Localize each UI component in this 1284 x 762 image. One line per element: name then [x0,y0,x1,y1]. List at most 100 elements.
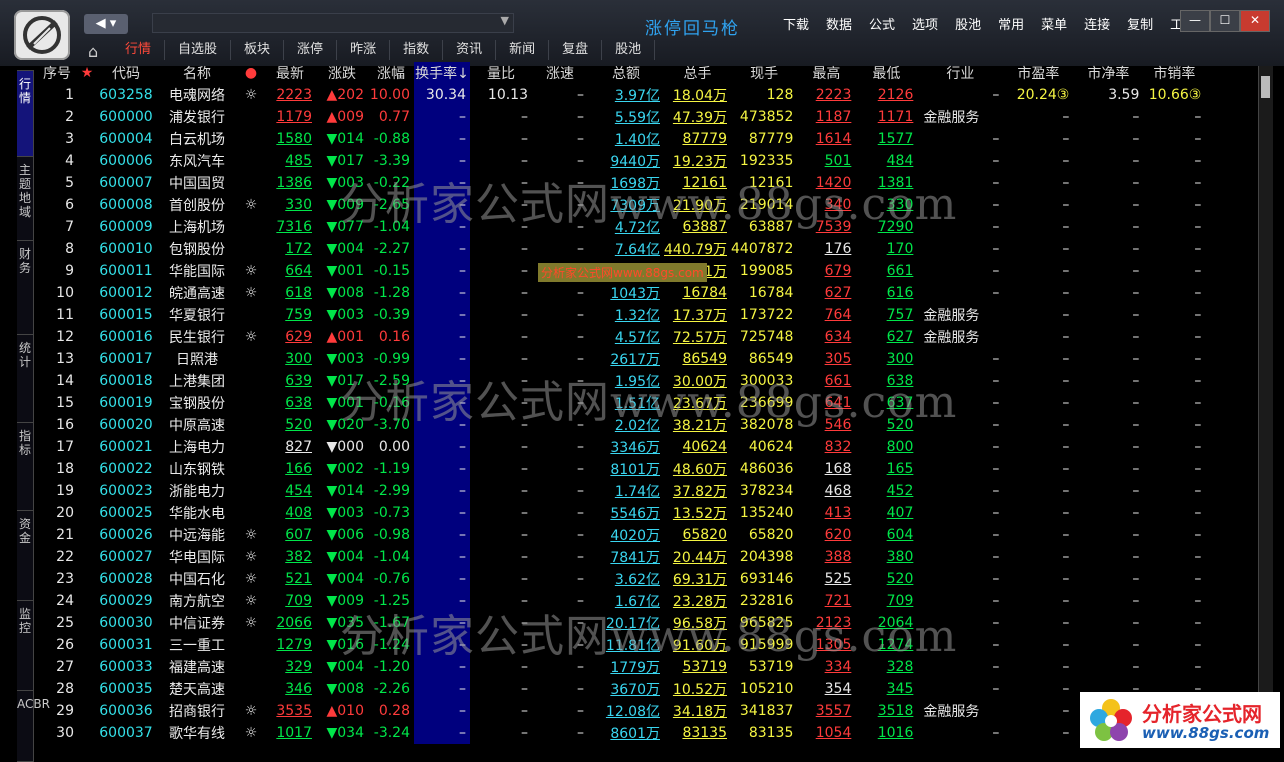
table-row[interactable]: 23 600028 中国石化 ☼ 521 ▼004 -0.76– – –3.62亿 69.31万 6… [36,568,1205,590]
cell-amt: 2.02亿 [614,418,660,434]
tab-item[interactable]: 复盘 [549,40,603,60]
column-header[interactable]: 最新 [264,62,316,84]
column-header[interactable]: ★ [78,62,96,84]
address-bar[interactable]: ▼ [152,13,514,33]
table-row[interactable]: 20 600025 华能水电 408 ▼003 -0.73– – –5546万 13.52万 13… [36,502,1205,524]
cell-name: 电魂网络 [169,88,225,104]
side-tab[interactable]: 监控 [17,600,34,694]
menu-item[interactable]: 数据 [826,14,852,33]
side-tab[interactable]: 指标 [17,422,34,514]
table-row[interactable]: 21 600026 中远海能 ☼ 607 ▼006 -0.98– – –4020万 65820 65… [36,524,1205,546]
column-header[interactable]: 现手 [731,62,797,84]
column-header[interactable]: 名称 [156,62,238,84]
tab-item[interactable]: 资讯 [443,40,497,60]
table-row[interactable]: 26 600031 三一重工 1279 ▼016 -1.24– – –11.81亿 91.60万… [36,634,1205,656]
table-row[interactable]: 16 600020 中原高速 520 ▼020 -3.70– – –2.02亿 38.21万 38… [36,414,1205,436]
table-row[interactable]: 11 600015 华夏银行 759 ▼003 -0.39– – –1.32亿 17.37万 17… [36,304,1205,326]
menu-item[interactable]: 下载 [783,14,809,33]
cell-spd: – [577,241,584,257]
side-tab[interactable]: ACBR [17,690,50,762]
table-row[interactable]: 27 600033 福建高速 329 ▼004 -1.20– – –1779万 53719 537… [36,656,1205,678]
cell-high: 1614 [815,131,852,147]
column-header[interactable]: 总额 [588,62,664,84]
column-header[interactable]: 序号 [36,62,78,84]
table-row[interactable]: 12 600016 民生银行 ☼ 629 ▲001 0.16– – –4.57亿 72.57万 72… [36,326,1205,348]
menu-item[interactable]: 选项 [912,14,938,33]
tab-item[interactable]: 自选股 [165,40,232,60]
menu-item[interactable]: 菜单 [1041,14,1067,33]
column-header[interactable]: 最高 [797,62,855,84]
menu-item[interactable]: 复制 [1127,14,1153,33]
table-row[interactable]: 15 600019 宝钢股份 638 ▼001 -0.16– – –1.51亿 23.67万 23… [36,392,1205,414]
table-row[interactable]: 28 600035 楚天高速 346 ▼008 -2.26– – –3670万 10.52万 10… [36,678,1205,700]
table-row[interactable]: 4 600006 东风汽车 485 ▼017 -3.39– – –9440万 19.23万 192… [36,150,1205,172]
column-header[interactable]: 涨跌 [316,62,368,84]
table-row[interactable]: 3 600004 白云机场 1580 ▼014 -0.88– – –1.40亿 87779 877… [36,128,1205,150]
menu-item[interactable]: 常用 [998,14,1024,33]
tab-item[interactable]: 股池 [602,40,656,60]
cell-pct: -1.04 [373,549,410,565]
table-row[interactable]: 17 600021 上海电力 827 ▼000 0.00– – –3346万 40624 4062… [36,436,1205,458]
table-row[interactable]: 29 600036 招商银行 ☼ 3535 ▲010 0.28– – –12.08亿 34.18万… [36,700,1205,722]
column-header[interactable]: 代码 [96,62,156,84]
column-header[interactable]: 换手率↓ [414,62,470,84]
table-row[interactable]: 30 600037 歌华有线 ☼ 1017 ▼034 -3.24– – –8601万 83135 8… [36,722,1205,744]
tab-item[interactable]: 昨涨 [337,40,391,60]
table-row[interactable]: 14 600018 上港集团 639 ▼017 -2.59– – –1.95亿 30.00万 30… [36,370,1205,392]
side-tab[interactable]: 资金 [17,510,34,604]
table-row[interactable]: 6 600008 首创股份 ☼ 330 ▼009 -2.65– – –7309万 21.90万 21… [36,194,1205,216]
menu-item[interactable]: 股池 [955,14,981,33]
menu-item[interactable]: 连接 [1084,14,1110,33]
cell-name: 日照港 [176,352,218,368]
table-row[interactable]: 2 600000 浦发银行 1179 ▲009 0.77– – –5.59亿 47.39万 473… [36,106,1205,128]
side-tab[interactable]: 统计 [17,334,34,426]
column-header[interactable]: 总手 [664,62,731,84]
maximize-button[interactable]: ☐ [1210,10,1240,32]
back-forward-buttons[interactable]: ◀ ▾ [84,14,128,34]
side-tab[interactable]: 行情 [17,70,34,158]
table-row[interactable]: 8 600010 包钢股份 172 ▼004 -2.27– – –7.64亿 440.79万 44… [36,238,1205,260]
chevron-down-icon[interactable]: ▼ [501,14,509,27]
table-row[interactable]: 22 600027 华电国际 ☼ 382 ▼004 -1.04– – –7841万 20.44万 2… [36,546,1205,568]
tab-item[interactable]: 指数 [390,40,444,60]
column-header[interactable]: 市净率 [1073,62,1143,84]
cell-vol: 23.28万 [672,594,727,610]
cell-ind: – [992,373,1000,389]
scroll-thumb[interactable] [1261,76,1270,98]
cell-ps: – [1194,263,1202,279]
menu-item[interactable]: 公式 [869,14,895,33]
tab-item[interactable]: 新闻 [496,40,550,60]
column-header[interactable]: 量比 [470,62,532,84]
tab-item[interactable]: 涨停 [284,40,338,60]
cell-pct: -1.24 [373,637,410,653]
column-header[interactable]: 市销率 [1143,62,1205,84]
minimize-button[interactable]: — [1180,10,1210,32]
column-header[interactable]: 市盈率 [1003,62,1073,84]
close-button[interactable]: ✕ [1240,10,1270,32]
cell-ind: – [992,351,1000,367]
cell-high: 832 [824,439,852,455]
side-tab[interactable]: 财务 [17,240,34,338]
column-header[interactable]: 行业 [917,62,1003,84]
side-tab[interactable]: 主题地域 [17,156,34,244]
column-header[interactable]: 涨幅 [368,62,414,84]
table-row[interactable]: 18 600022 山东钢铁 166 ▼002 -1.19– – –8101万 48.60万 48… [36,458,1205,480]
table-row[interactable]: 7 600009 上海机场 7316 ▼077 -1.04– – –4.72亿 63887 638… [36,216,1205,238]
table-row[interactable]: 1 603258 电魂网络 ☼ 2223 ▲202 10.00 30.34 10.13 – 3.97… [36,84,1205,106]
app-logo-icon[interactable] [14,10,70,60]
table-row[interactable]: 19 600023 浙能电力 454 ▼014 -2.99– – –1.74亿 37.82万 37… [36,480,1205,502]
column-header[interactable]: 最低 [855,62,917,84]
table-row[interactable]: 10 600012 皖通高速 ☼ 618 ▼008 -1.28– – –1043万 16784 16… [36,282,1205,304]
table-row[interactable]: 24 600029 南方航空 ☼ 709 ▼009 -1.25– – –1.67亿 23.28万 2… [36,590,1205,612]
vertical-scrollbar[interactable] [1258,66,1273,696]
table-row[interactable]: 13 600017 日照港 300 ▼003 -0.99– – –2617万 86549 8654… [36,348,1205,370]
cell-chg: ▼003 [326,307,365,323]
table-row[interactable]: 25 600030 中信证券 ☼ 2066 ▼035 -1.67– – –20.17亿 96.58… [36,612,1205,634]
column-header[interactable]: ● [238,62,264,84]
home-icon[interactable]: ⌂ [88,42,98,61]
table-row[interactable]: 5 600007 中国国贸 1386 ▼003 -0.22– – –1698万 12161 121… [36,172,1205,194]
tab-item[interactable]: 板块 [231,40,285,60]
column-header[interactable]: 涨速 [532,62,588,84]
cell-vr: – [521,593,528,609]
tab-item[interactable]: 行情 [112,40,166,60]
